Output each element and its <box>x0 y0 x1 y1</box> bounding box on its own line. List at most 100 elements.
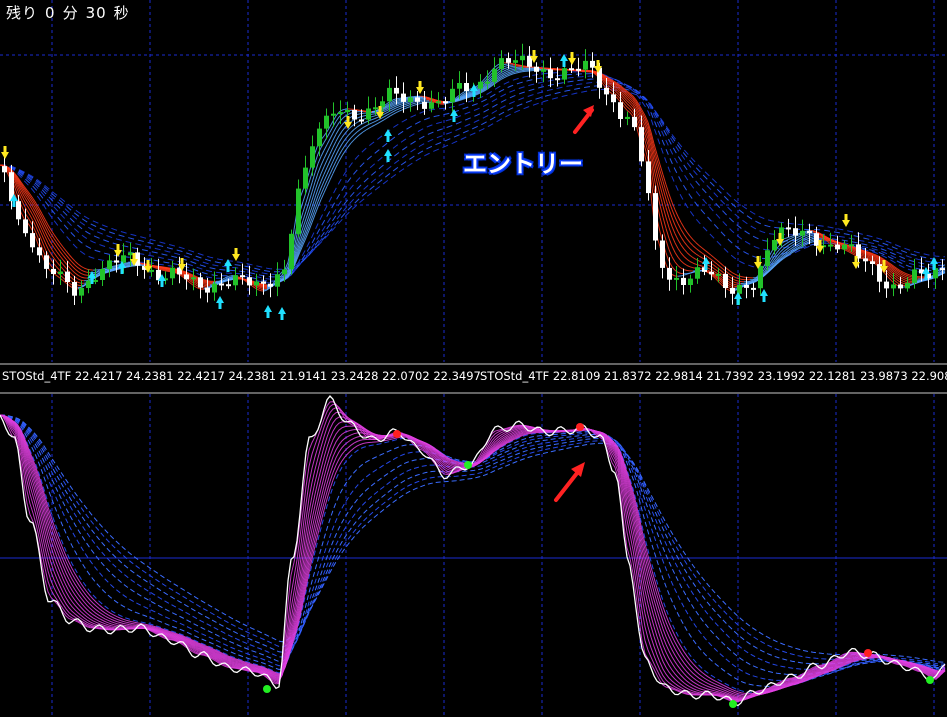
seconds-unit: 秒 <box>113 4 130 22</box>
fast-ribbon-segment <box>362 114 367 117</box>
buy-arrow-icon <box>734 292 742 305</box>
fast-ribbon-segment <box>431 99 436 101</box>
bear-candle <box>464 83 469 91</box>
bear-candle <box>569 68 574 71</box>
fast-ribbon-segment <box>53 234 58 240</box>
bull-candle <box>583 60 588 70</box>
fast-ribbon-segment <box>338 143 343 150</box>
fast-ribbon-segment <box>680 236 685 242</box>
fast-ribbon-segment <box>392 98 397 101</box>
fast-ribbon-segment <box>677 239 682 246</box>
fast-ribbon-segment <box>341 133 346 138</box>
osc-buy-marker <box>729 700 737 708</box>
fast-ribbon-segment <box>314 153 319 163</box>
osc-fast-ribbon-line-10 <box>0 414 946 696</box>
fast-ribbon-segment <box>686 252 691 256</box>
fast-ribbon-segment <box>68 284 73 288</box>
bull-candle <box>765 250 770 266</box>
bull-candle <box>478 81 483 89</box>
fast-ribbon-segment <box>371 121 376 124</box>
fast-ribbon-segment <box>797 237 802 240</box>
fast-ribbon-segment <box>908 274 913 277</box>
fast-ribbon-segment <box>497 70 502 74</box>
bear-candle <box>576 68 581 71</box>
fast-ribbon-segment <box>830 240 835 243</box>
fast-ribbon-segment <box>56 242 61 248</box>
bear-candle <box>198 277 203 288</box>
bull-candle <box>450 88 455 103</box>
fast-ribbon-segment <box>110 269 115 271</box>
fast-ribbon-segment <box>77 267 82 271</box>
fast-ribbon-segment <box>713 261 718 265</box>
bear-candle <box>240 275 245 278</box>
fast-ribbon-segment <box>797 241 802 245</box>
fast-ribbon-segment <box>746 282 751 285</box>
bull-candle <box>891 284 896 289</box>
bull-candle <box>324 115 329 129</box>
fast-ribbon-segment <box>338 137 343 143</box>
fast-ribbon-segment <box>686 231 691 237</box>
fast-ribbon-segment <box>56 261 61 267</box>
fast-ribbon-segment <box>719 269 724 273</box>
osc-slow-ribbon-line-4 <box>0 414 946 670</box>
fast-ribbon-segment <box>395 110 400 114</box>
fast-ribbon-segment <box>380 119 385 123</box>
bull-candle <box>387 87 392 102</box>
fast-ribbon-segment <box>410 103 415 105</box>
fast-ribbon-segment <box>503 67 508 70</box>
fast-ribbon-segment <box>665 228 670 239</box>
bear-candle <box>639 127 644 162</box>
fast-ribbon-segment <box>347 142 352 148</box>
fast-ribbon-segment <box>680 244 685 250</box>
fast-ribbon-segment <box>326 153 331 161</box>
fast-ribbon-segment <box>329 154 334 162</box>
bull-candle <box>191 277 196 280</box>
fast-ribbon-segment <box>674 252 679 258</box>
fast-ribbon-segment <box>359 127 364 131</box>
fast-ribbon-segment <box>734 273 739 277</box>
fast-ribbon-segment <box>860 256 865 259</box>
bull-candle <box>905 282 910 289</box>
fast-ribbon-segment <box>824 239 829 242</box>
bull-candle <box>674 277 679 280</box>
bear-candle <box>415 97 420 102</box>
bull-candle <box>128 252 133 256</box>
fast-ribbon-segment <box>383 110 388 113</box>
fast-ribbon-segment <box>668 238 673 247</box>
fast-ribbon-segment <box>83 274 88 276</box>
fast-ribbon-segment <box>662 217 667 229</box>
bull-candle <box>79 288 84 296</box>
fast-ribbon-segment <box>335 155 340 162</box>
bear-candle <box>30 233 35 248</box>
buy-arrow-icon <box>216 296 224 309</box>
fast-ribbon-segment <box>398 105 403 108</box>
fast-ribbon-segment <box>341 115 346 120</box>
fast-ribbon-segment <box>728 279 733 282</box>
bull-candle <box>562 68 567 80</box>
fast-ribbon-segment <box>701 247 706 251</box>
fast-ribbon-segment <box>371 118 376 121</box>
sell-arrow-icon <box>232 248 240 261</box>
fast-ribbon-segment <box>689 266 694 269</box>
fast-ribbon-segment <box>47 248 52 255</box>
bull-candle <box>58 271 63 274</box>
fast-ribbon-segment <box>506 68 511 71</box>
bull-candle <box>492 68 497 82</box>
osc-fast-ribbon-line-2 <box>0 407 946 702</box>
fast-ribbon-segment <box>608 91 613 95</box>
fast-ribbon-segment <box>59 251 64 256</box>
fast-ribbon-segment <box>809 241 814 244</box>
osc-buy-marker <box>263 685 271 693</box>
buy-arrow-icon <box>384 149 392 162</box>
fast-ribbon-segment <box>77 281 82 284</box>
fast-ribbon-segment <box>686 258 691 262</box>
fast-ribbon-segment <box>95 273 100 275</box>
bear-candle <box>681 277 686 285</box>
fast-ribbon-segment <box>314 163 319 173</box>
fast-ribbon-segment <box>323 174 328 182</box>
fast-ribbon-segment <box>59 246 64 252</box>
buy-arrow-icon <box>278 307 286 320</box>
fast-ribbon-segment <box>695 253 700 257</box>
fast-ribbon-segment <box>356 124 361 128</box>
sell-arrow-icon <box>1 146 9 159</box>
